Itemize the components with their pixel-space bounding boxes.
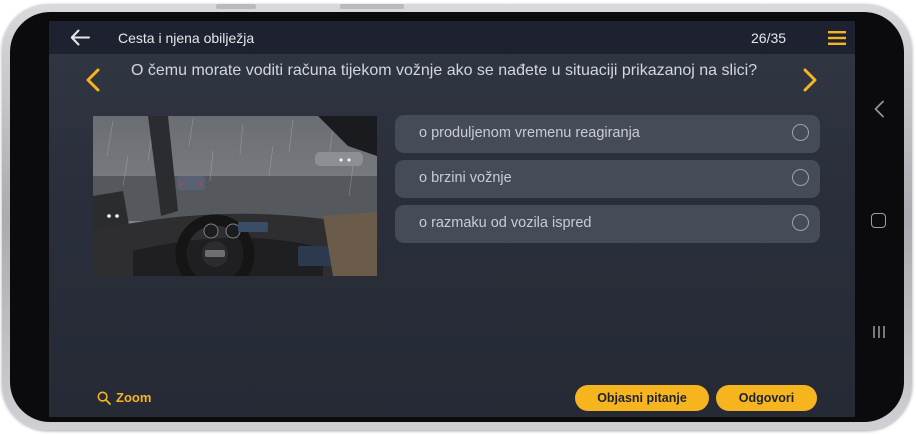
arrow-left-icon[interactable] xyxy=(70,29,90,46)
chevron-left-icon[interactable] xyxy=(85,68,101,92)
android-back-icon[interactable] xyxy=(873,100,885,118)
answer-label: o razmaku od vozila ispred xyxy=(419,215,592,231)
answer-list: o produljenom vremenu reagiranja o brzin… xyxy=(395,115,820,250)
question-image[interactable] xyxy=(93,116,377,276)
answer-radio[interactable] xyxy=(792,169,809,186)
answer-label: o brzini vožnje xyxy=(419,170,512,186)
hamburger-menu-icon[interactable] xyxy=(828,31,846,45)
answer-label: o produljenom vremenu reagiranja xyxy=(419,125,640,141)
page-title: Cesta i njena obilježja xyxy=(118,30,255,46)
answer-option[interactable]: o brzini vožnje xyxy=(395,160,820,198)
chevron-right-icon[interactable] xyxy=(802,68,818,92)
top-bar: Cesta i njena obilježja 26/35 xyxy=(49,21,855,54)
answer-option[interactable]: o razmaku od vozila ispred xyxy=(395,205,820,243)
submit-answer-button[interactable]: Odgovori xyxy=(716,385,817,411)
android-recent-icon[interactable] xyxy=(871,325,887,339)
answer-option[interactable]: o produljenom vremenu reagiranja xyxy=(395,115,820,153)
app-screen: Cesta i njena obilježja 26/35 O čemu mor… xyxy=(49,21,855,417)
question-counter: 26/35 xyxy=(751,30,787,46)
explain-question-button[interactable]: Objasni pitanje xyxy=(575,385,709,411)
volume-button xyxy=(216,4,256,9)
zoom-label: Zoom xyxy=(116,390,152,405)
answer-radio[interactable] xyxy=(792,124,809,141)
android-home-icon[interactable] xyxy=(871,213,886,228)
answer-radio[interactable] xyxy=(792,214,809,231)
power-button xyxy=(340,4,404,9)
question-text: O čemu morate voditi računa tijekom vožn… xyxy=(131,62,758,79)
magnifier-icon xyxy=(97,391,111,405)
